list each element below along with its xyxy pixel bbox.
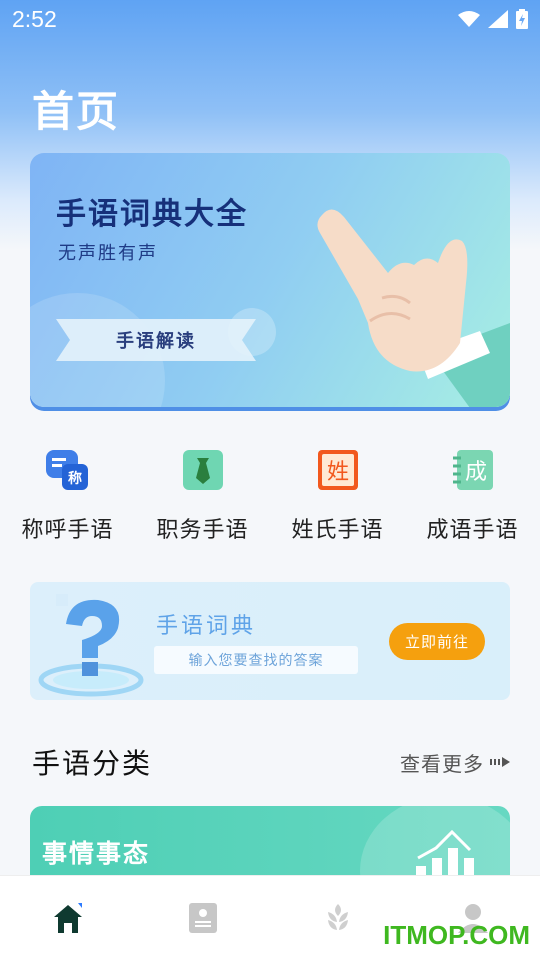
svg-text:成: 成 xyxy=(464,460,486,485)
status-bar: 2:52 xyxy=(0,0,540,38)
nav-contacts[interactable] xyxy=(135,876,270,960)
see-more-label: 查看更多 xyxy=(400,751,484,776)
svg-text:称: 称 xyxy=(68,470,82,487)
idiom-icon: 成 xyxy=(452,450,493,490)
go-now-button[interactable]: 立即前往 xyxy=(389,623,485,660)
quick-item-idiom[interactable]: 成 成语手语 xyxy=(405,440,540,550)
wifi-icon xyxy=(458,11,480,27)
banner-ribbon[interactable]: 手语解读 xyxy=(56,317,256,363)
pointing-hand-icon xyxy=(317,209,510,407)
banner-subtitle: 无声胜有声 xyxy=(58,243,158,264)
hero-banner[interactable]: 手语词典大全 无声胜有声 手语解读 xyxy=(30,153,510,407)
surname-icon: 姓 xyxy=(317,450,358,490)
tie-icon xyxy=(182,450,223,490)
banner-title: 手语词典大全 xyxy=(56,197,248,232)
arrow-right-icon xyxy=(490,757,510,767)
dictionary-title: 手语词典 xyxy=(156,614,257,639)
nav-home[interactable] xyxy=(0,876,135,960)
quick-label: 姓氏手语 xyxy=(291,518,384,543)
appellation-icon: 称 xyxy=(45,450,88,490)
quick-item-surname[interactable]: 姓 姓氏手语 xyxy=(270,440,405,550)
quick-entry-row: 称 称呼手语 职务手语 姓 姓氏手语 成 成语手语 xyxy=(0,440,540,550)
page-title: 首页 xyxy=(32,87,121,136)
quick-item-position[interactable]: 职务手语 xyxy=(135,440,270,550)
status-time: 2:52 xyxy=(12,5,57,32)
quick-label: 成语手语 xyxy=(426,518,519,543)
home-icon xyxy=(53,903,82,933)
status-icons xyxy=(458,9,528,29)
battery-icon xyxy=(516,9,528,29)
quick-label: 职务手语 xyxy=(156,518,249,543)
banner-ribbon-label: 手语解读 xyxy=(116,331,196,352)
category-title: 事情事态 xyxy=(42,839,151,868)
quick-label: 称呼手语 xyxy=(21,518,114,543)
contacts-icon xyxy=(188,903,217,933)
dictionary-card[interactable]: 手语词典 输入您要查找的答案 立即前往 xyxy=(30,582,510,700)
wheat-icon xyxy=(327,904,348,930)
svg-text:姓: 姓 xyxy=(326,460,348,485)
question-mark-icon xyxy=(38,594,144,697)
signal-icon xyxy=(488,10,508,28)
watermark: ITMOP.COM xyxy=(383,920,530,950)
section-title: 手语分类 xyxy=(32,747,153,780)
section-header: 手语分类 查看更多 xyxy=(32,742,510,782)
see-more-link[interactable]: 查看更多 xyxy=(400,748,510,777)
dictionary-search-input[interactable]: 输入您要查找的答案 xyxy=(154,646,358,674)
quick-item-appellation[interactable]: 称 称呼手语 xyxy=(0,440,135,550)
